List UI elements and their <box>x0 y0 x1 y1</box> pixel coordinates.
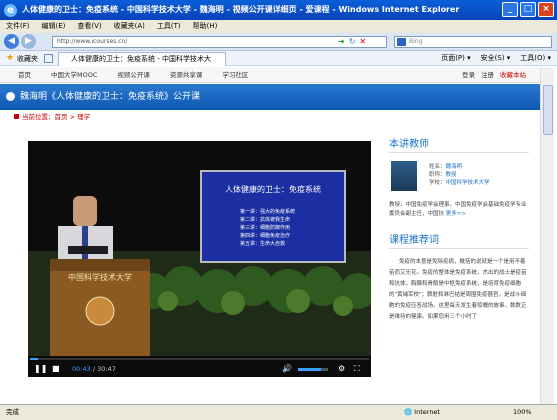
back-button[interactable]: ◀ <box>4 34 19 49</box>
current-time: 00:43 <box>72 365 91 373</box>
tools-menu[interactable]: 工具(O) ▾ <box>520 53 551 64</box>
stop-icon[interactable]: ■ <box>52 362 60 376</box>
breadcrumb-prefix: 当前位置： <box>22 113 55 121</box>
slide-list: 第一讲：强大的免疫系统 第二讲：抗体被我生命 第三讲：细胞防御作用 第四讲：细胞… <box>240 208 295 248</box>
course-title: 魏海明《人体健康的卫士：免疫系统》公开课 <box>20 92 201 102</box>
status-bar: 完成 🌐 Internet 100% <box>0 404 557 420</box>
window-title: 人体健康的卫士：免疫系统 - 中国科学技术大学 - 魏海明 - 视频公开课详细页… <box>22 5 460 14</box>
favorites-star-icon[interactable]: ★ <box>6 53 14 63</box>
status-text: 完成 <box>6 408 19 416</box>
slide-title: 人体健康的卫士：免疫系统 <box>225 185 321 194</box>
progress-fill <box>30 358 38 360</box>
nav-home[interactable]: 首页 <box>18 67 31 83</box>
teacher-card: 姓名：魏海明 职称：教授 学校：中国科学技术大学 <box>389 161 529 201</box>
breadcrumb-marker-icon <box>14 114 19 119</box>
time-display: 00:43 / 30:47 <box>72 365 116 373</box>
title-label: 职称： <box>429 172 446 178</box>
scrollbar-thumb[interactable] <box>543 85 553 135</box>
url-input[interactable]: http://www.icourses.cn/ <box>52 36 387 48</box>
register-link[interactable]: 注册 <box>481 67 494 83</box>
menu-help[interactable]: 帮助(H) <box>193 20 218 33</box>
nav-video-courses[interactable]: 视频公开课 <box>117 67 150 83</box>
menu-favorites[interactable]: 收藏夹(A) <box>114 20 145 33</box>
lecture-slide: 人体健康的卫士：免疫系统 第一讲：强大的免疫系统 第二讲：抗体被我生命 第三讲：… <box>200 170 346 263</box>
intro-section-title: 课程推荐词 <box>389 231 529 249</box>
teacher-name[interactable]: 魏海明 <box>446 164 463 170</box>
menu-view[interactable]: 查看(V) <box>77 20 101 33</box>
tab-current[interactable]: 人体健康的卫士：免疫系统 - 中国科学技术大 <box>58 52 226 66</box>
refresh-icon[interactable]: ↻ <box>349 36 356 48</box>
breadcrumb: 当前位置：首页 > 理学 <box>14 111 90 123</box>
menu-bar: 文件(F) 编辑(E) 查看(V) 收藏夹(A) 工具(T) 帮助(H) <box>0 20 557 33</box>
course-header: 魏海明《人体健康的卫士：免疫系统》公开课 <box>0 84 540 110</box>
teacher-info: 姓名：魏海明 职称：教授 学校：中国科学技术大学 <box>429 163 490 187</box>
slide-item: 第五讲：生命大自救 <box>240 241 286 247</box>
page-menu[interactable]: 页面(P) ▾ <box>441 53 470 64</box>
site-nav: 首页 中国大学MOOC 视频公开课 资源共享课 学习社区 登录 注册 收藏本站 <box>0 67 540 83</box>
slide-item: 第一讲：强大的免疫系统 <box>240 209 296 215</box>
zoom-level[interactable]: 100% <box>513 405 532 420</box>
menu-file[interactable]: 文件(F) <box>6 20 30 33</box>
slide-item: 第二讲：抗体被我生命 <box>240 217 291 223</box>
teacher-bio: 教授，中国免疫学会理事，中国免疫学会基础免疫学专业委员会副主任，中国抗 更多>> <box>389 201 529 219</box>
login-link[interactable]: 登录 <box>462 67 475 83</box>
fullscreen-icon[interactable]: ⛶ <box>354 362 360 376</box>
maximize-button[interactable]: □ <box>520 2 536 17</box>
slide-item: 第三讲：细胞防御作用 <box>240 225 291 231</box>
teacher-photo[interactable] <box>391 161 417 191</box>
favorites-label[interactable]: 收藏夹 <box>17 54 38 64</box>
teacher-title: 教授 <box>445 172 457 178</box>
breadcrumb-home[interactable]: 首页 <box>55 113 68 121</box>
breadcrumb-sep: > <box>69 113 76 121</box>
stop-icon[interactable]: ✕ <box>359 36 366 48</box>
address-bar: ◀ ▶ http://www.icourses.cn/ ➜ ↻ ✕ Bing <box>0 33 557 51</box>
go-icon[interactable]: ➜ <box>338 36 345 48</box>
page-scrollbar[interactable] <box>540 67 554 404</box>
close-button[interactable]: × <box>538 2 554 17</box>
window-titlebar: e 人体健康的卫士：免疫系统 - 中国科学技术大学 - 魏海明 - 视频公开课详… <box>0 0 557 20</box>
search-placeholder: Bing <box>409 38 423 45</box>
volume-slider[interactable] <box>298 368 328 371</box>
sidebar: 本讲教师 姓名：魏海明 职称：教授 学校：中国科学技术大学 教授，中国免疫学会理… <box>389 135 529 323</box>
slide-item: 第四讲：细胞免疫治疗 <box>240 233 291 239</box>
nav-mooc[interactable]: 中国大学MOOC <box>51 67 97 83</box>
zone-label: Internet <box>414 408 440 416</box>
ie-logo-icon: e <box>4 4 17 17</box>
collect-link[interactable]: 收藏本站 <box>500 67 526 83</box>
total-time: 30:47 <box>97 365 116 373</box>
volume-fill <box>298 368 321 371</box>
nav-community[interactable]: 学习社区 <box>222 67 248 83</box>
nav-resource-courses[interactable]: 资源共享课 <box>170 67 203 83</box>
name-label: 姓名： <box>429 164 446 170</box>
menu-tools[interactable]: 工具(T) <box>157 20 181 33</box>
menu-edit[interactable]: 编辑(E) <box>42 20 66 33</box>
more-link[interactable]: 更多>> <box>446 211 466 217</box>
video-player[interactable]: 中国科学技术大学 人体健康的卫士：免疫系统 第一讲：强大的免疫系统 第二讲：抗体… <box>28 141 371 377</box>
volume-icon[interactable]: 🔊 <box>282 362 292 376</box>
safety-menu[interactable]: 安全(S) ▾ <box>481 53 511 64</box>
progress-bar[interactable] <box>30 358 369 360</box>
bing-icon <box>397 38 406 46</box>
teacher-school[interactable]: 中国科学技术大学 <box>446 180 490 186</box>
teacher-section-title: 本讲教师 <box>389 135 529 153</box>
favorites-bar: ★ 收藏夹 人体健康的卫士：免疫系统 - 中国科学技术大 页面(P) ▾ 安全(… <box>0 51 557 66</box>
podium-text: 中国科学技术大学 <box>68 272 132 282</box>
video-controls: ❚❚ ■ 00:43 / 30:47 🔊 ⚙ ⛶ <box>28 356 371 377</box>
minimize-button[interactable]: _ <box>502 2 518 17</box>
school-label: 学校： <box>429 180 446 186</box>
security-zone: 🌐 Internet <box>404 408 440 416</box>
pause-icon[interactable]: ❚❚ <box>34 362 47 376</box>
search-input[interactable]: Bing <box>394 36 552 48</box>
intro-text: 免疫的本意是免除疫病，概括的说就是一个是用不着苗而艾无花。免疫的整体是免疫系统，… <box>389 259 527 320</box>
course-icon <box>6 92 15 101</box>
quick-tabs-icon[interactable] <box>44 54 53 63</box>
time-separator: / <box>92 365 96 373</box>
forward-button[interactable]: ▶ <box>21 34 36 49</box>
settings-icon[interactable]: ⚙ <box>338 362 345 376</box>
breadcrumb-current[interactable]: 理学 <box>77 113 90 121</box>
